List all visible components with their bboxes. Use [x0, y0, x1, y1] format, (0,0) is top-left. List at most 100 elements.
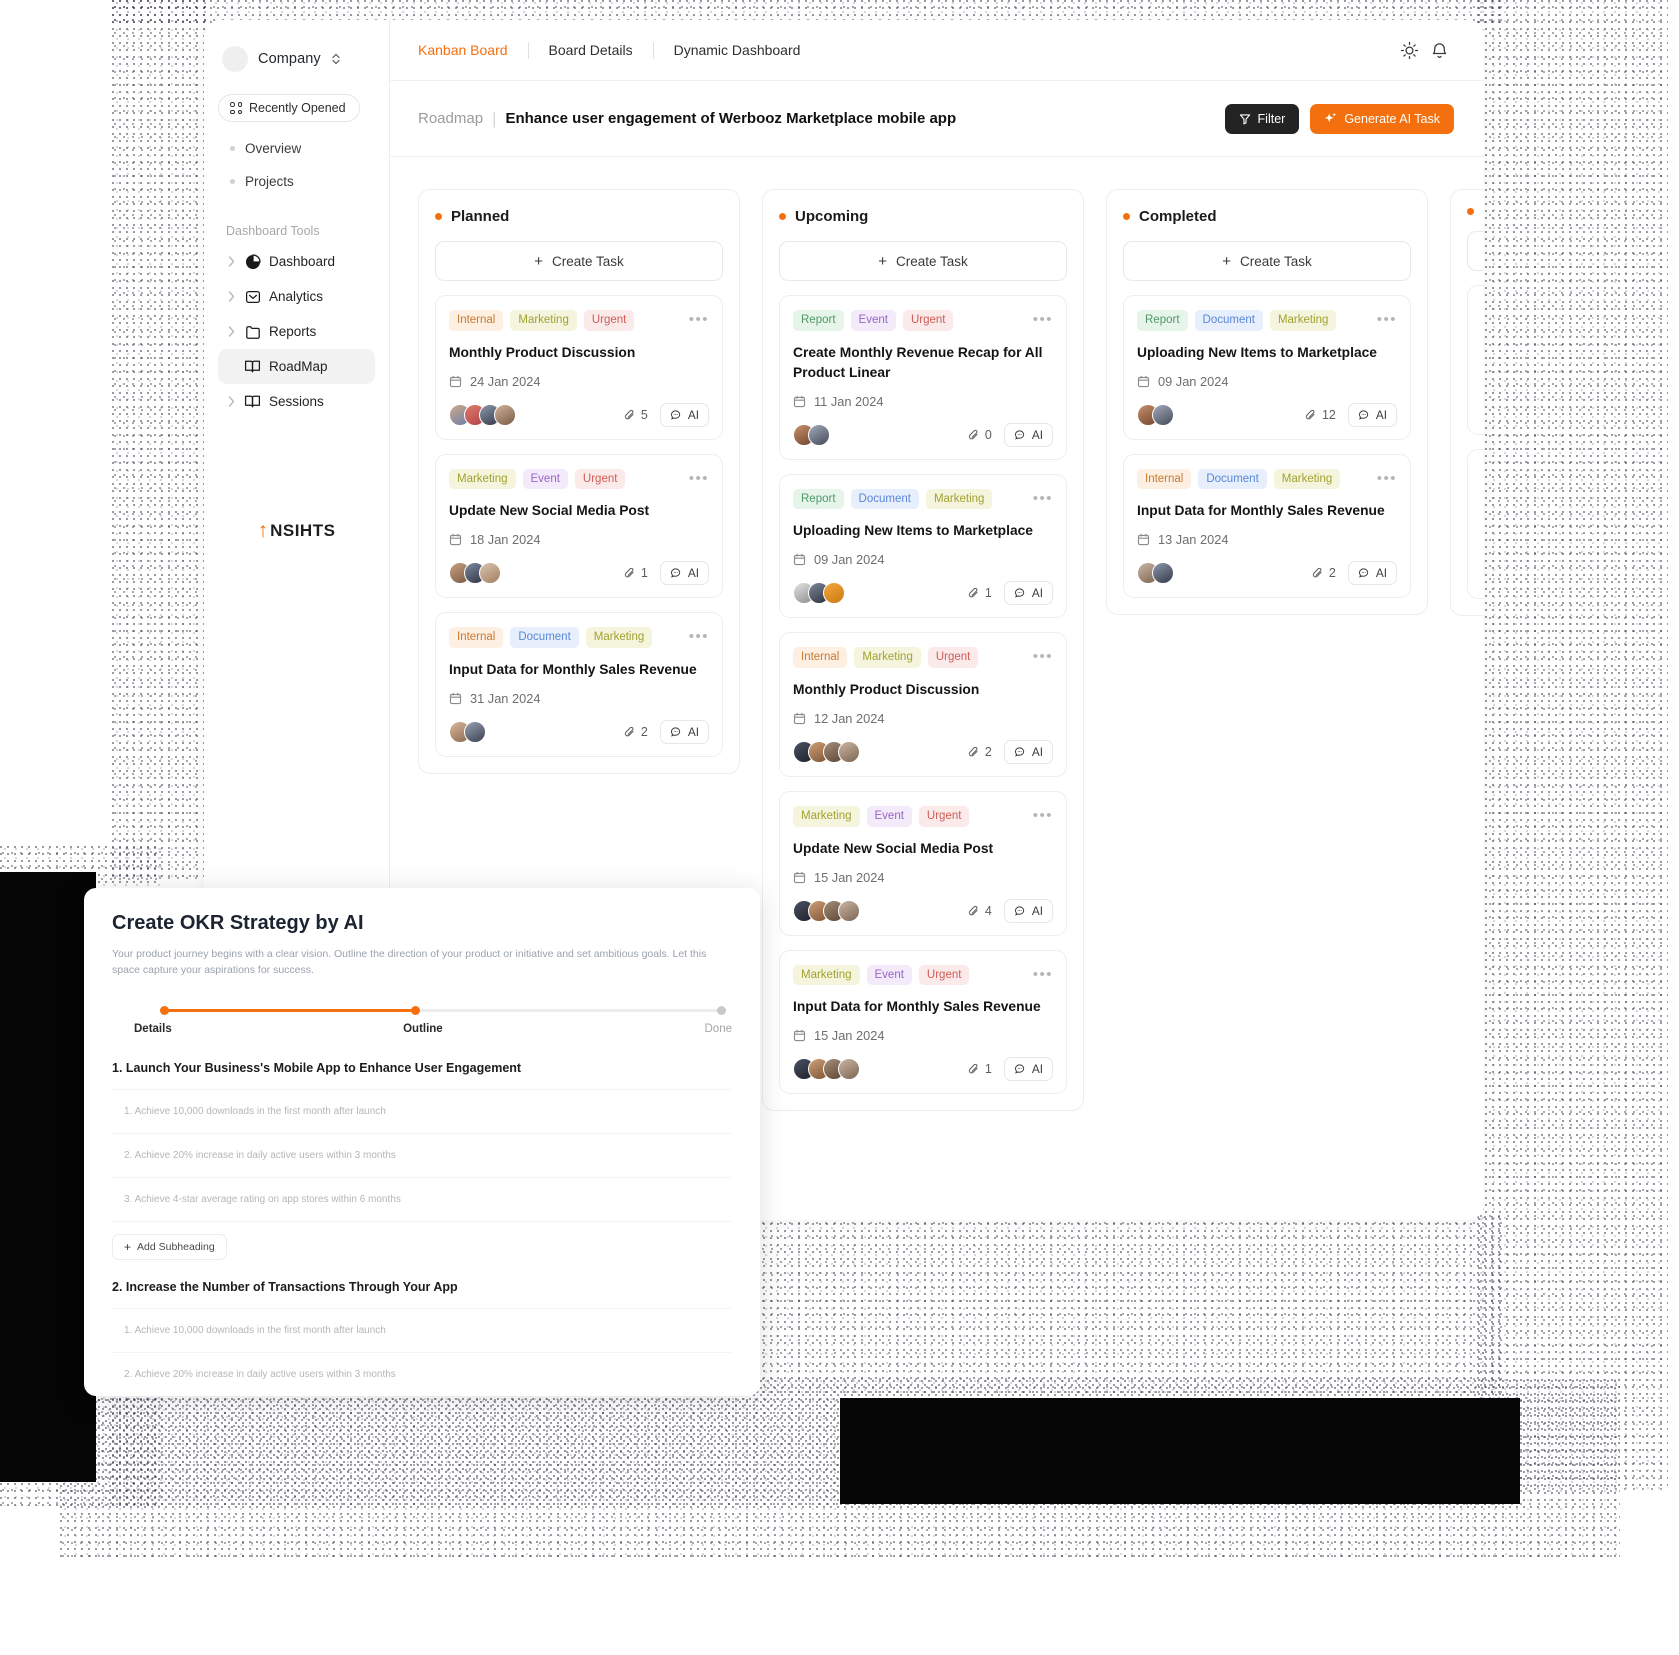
- tag[interactable]: Document: [510, 627, 579, 648]
- task-card[interactable]: [1467, 449, 1484, 599]
- ai-chip[interactable]: AI: [1003, 1057, 1053, 1082]
- filter-button[interactable]: Filter: [1224, 103, 1300, 134]
- tag[interactable]: Urgent: [574, 468, 626, 490]
- ai-chip[interactable]: AI: [1003, 581, 1053, 606]
- tag[interactable]: Report: [793, 488, 844, 510]
- breadcrumb-parent[interactable]: Roadmap: [418, 110, 483, 127]
- tag[interactable]: Marketing: [449, 468, 516, 490]
- sidebar-item-sessions[interactable]: Sessions: [218, 384, 375, 419]
- more-options-icon[interactable]: •••: [1033, 489, 1053, 506]
- ai-chip[interactable]: AI: [659, 561, 709, 586]
- task-date: 13 Jan 2024: [1137, 532, 1397, 547]
- tag[interactable]: Internal: [449, 627, 504, 648]
- more-options-icon[interactable]: •••: [1033, 647, 1053, 664]
- more-options-icon[interactable]: •••: [689, 469, 709, 486]
- more-options-icon[interactable]: •••: [1033, 965, 1053, 982]
- create-task-button[interactable]: + Create Task: [779, 241, 1067, 281]
- okr-row[interactable]: 2. Achieve 20% increase in daily active …: [112, 1353, 732, 1396]
- tag[interactable]: Event: [522, 468, 568, 490]
- task-card[interactable]: Marketing Event Urgent ••• Update New So…: [779, 790, 1067, 936]
- tag[interactable]: Marketing: [793, 805, 860, 827]
- tag[interactable]: Marketing: [585, 627, 653, 648]
- tag[interactable]: Marketing: [1269, 310, 1337, 331]
- ai-chip[interactable]: AI: [1347, 402, 1397, 427]
- tab-kanban-board[interactable]: Kanban Board: [418, 42, 528, 58]
- task-card[interactable]: Internal Marketing Urgent ••• Monthly Pr…: [779, 632, 1067, 777]
- okr-row[interactable]: 3. Achieve 4-star average rating on app …: [112, 1178, 732, 1222]
- more-options-icon[interactable]: •••: [1377, 310, 1397, 327]
- stepper-labels: Details Outline Done: [112, 1023, 732, 1035]
- tag[interactable]: Event: [866, 964, 912, 986]
- sidebar-item-overview[interactable]: Overview: [218, 132, 375, 165]
- sidebar-item-projects[interactable]: Projects: [218, 165, 375, 198]
- tag[interactable]: Internal: [793, 647, 848, 668]
- task-card[interactable]: Report Event Urgent ••• Create Monthly R…: [779, 295, 1067, 460]
- okr-row[interactable]: 1. Achieve 10,000 downloads in the first…: [112, 1088, 732, 1134]
- tag[interactable]: Document: [850, 488, 919, 510]
- tag[interactable]: Marketing: [925, 488, 993, 510]
- tag[interactable]: Marketing: [1273, 468, 1341, 490]
- tag[interactable]: Urgent: [902, 310, 954, 331]
- more-options-icon[interactable]: •••: [1377, 469, 1397, 486]
- tag[interactable]: Urgent: [583, 310, 635, 331]
- tag[interactable]: Marketing: [510, 310, 577, 331]
- tag[interactable]: Document: [1198, 468, 1267, 490]
- more-options-icon[interactable]: •••: [1033, 806, 1053, 823]
- tag[interactable]: Document: [1194, 310, 1263, 331]
- ai-chip[interactable]: AI: [659, 402, 709, 427]
- task-card[interactable]: Marketing Event Urgent ••• Update New So…: [435, 453, 723, 599]
- task-card[interactable]: Marketing Event Urgent ••• Input Data fo…: [779, 949, 1067, 1095]
- step-dot-outline[interactable]: [410, 1005, 420, 1015]
- tag[interactable]: Urgent: [918, 805, 970, 827]
- inbox-icon: [244, 288, 261, 305]
- task-card[interactable]: [1467, 285, 1484, 435]
- avatar: [838, 1058, 860, 1081]
- sidebar-item-dashboard[interactable]: Dashboard: [218, 244, 375, 279]
- ai-chip[interactable]: AI: [659, 719, 709, 744]
- more-options-icon[interactable]: •••: [689, 627, 709, 644]
- more-options-icon[interactable]: •••: [689, 310, 709, 327]
- task-card[interactable]: Internal Document Marketing ••• Input Da…: [435, 612, 723, 757]
- task-card[interactable]: Report Document Marketing ••• Uploading …: [1123, 295, 1411, 440]
- tag[interactable]: Urgent: [918, 964, 970, 986]
- tag[interactable]: Internal: [449, 310, 504, 331]
- task-card[interactable]: Report Document Marketing ••• Uploading …: [779, 473, 1067, 619]
- ai-chip[interactable]: AI: [1347, 561, 1397, 586]
- attachment-count: 5: [624, 408, 648, 422]
- okr-row[interactable]: 1. Achieve 10,000 downloads in the first…: [112, 1307, 732, 1353]
- sidebar-item-roadmap[interactable]: RoadMap: [218, 349, 375, 384]
- tag[interactable]: Marketing: [793, 964, 860, 986]
- task-title: Update New Social Media Post: [793, 840, 994, 856]
- tag[interactable]: Internal: [1137, 468, 1192, 490]
- add-subheading-button[interactable]: + Add Subheading: [112, 1233, 227, 1260]
- create-task-button[interactable]: + Create Task: [1123, 241, 1411, 281]
- tag[interactable]: Report: [1137, 310, 1188, 331]
- ai-chip[interactable]: AI: [1003, 739, 1053, 764]
- tag[interactable]: Urgent: [927, 647, 979, 668]
- task-title: Update New Social Media Post: [449, 503, 650, 519]
- more-options-icon[interactable]: •••: [1033, 310, 1053, 327]
- sidebar-item-analytics[interactable]: Analytics: [218, 279, 375, 314]
- sun-icon[interactable]: [1394, 35, 1424, 65]
- create-task-button[interactable]: + Create Task: [435, 241, 723, 281]
- step-dot-details[interactable]: [160, 1005, 169, 1015]
- step-dot-done[interactable]: [717, 1005, 726, 1015]
- ai-chip[interactable]: AI: [1003, 422, 1053, 447]
- sidebar-item-reports[interactable]: Reports: [218, 314, 375, 349]
- tag[interactable]: Report: [793, 310, 844, 331]
- recently-opened-button[interactable]: Recently Opened: [218, 94, 360, 122]
- company-switcher[interactable]: Company: [218, 42, 375, 72]
- tag[interactable]: Event: [850, 310, 896, 331]
- ai-chip-label: AI: [687, 566, 699, 581]
- ai-chip[interactable]: AI: [1003, 898, 1053, 923]
- task-card[interactable]: Internal Document Marketing ••• Input Da…: [1123, 453, 1411, 599]
- create-task-button[interactable]: [1467, 231, 1484, 271]
- generate-ai-task-button[interactable]: Generate AI Task: [1310, 103, 1454, 134]
- tab-dynamic-dashboard[interactable]: Dynamic Dashboard: [654, 42, 821, 58]
- task-card[interactable]: Internal Marketing Urgent ••• Monthly Pr…: [435, 295, 723, 440]
- tag[interactable]: Event: [866, 805, 912, 827]
- tab-board-details[interactable]: Board Details: [529, 42, 653, 58]
- okr-row[interactable]: 2. Achieve 20% increase in daily active …: [112, 1134, 732, 1178]
- bell-icon[interactable]: [1424, 35, 1454, 65]
- tag[interactable]: Marketing: [854, 647, 921, 668]
